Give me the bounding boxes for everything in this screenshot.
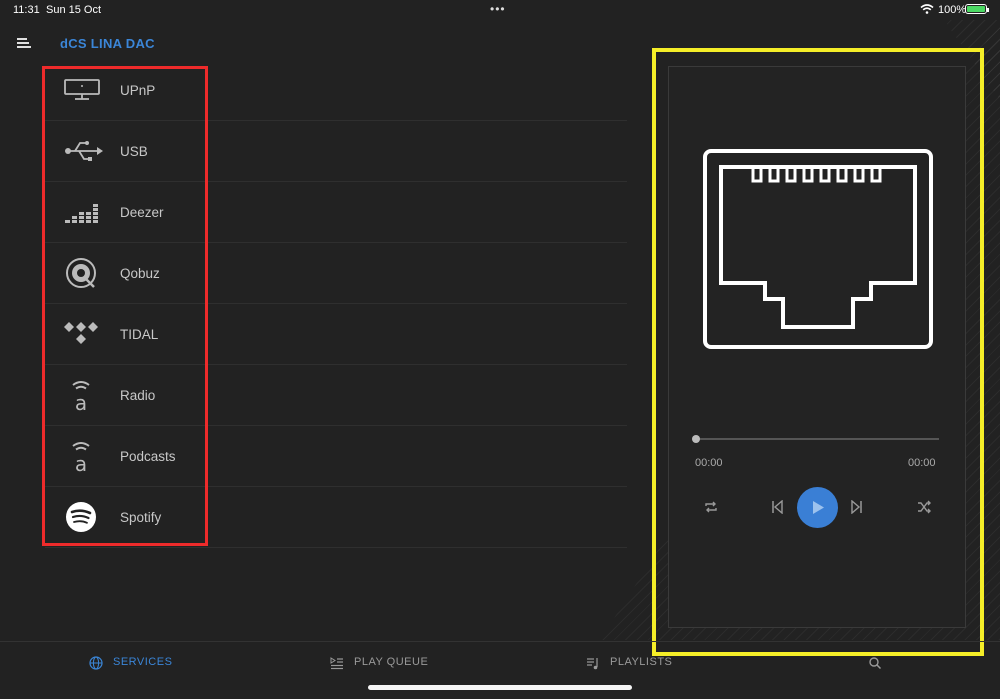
- app-title: dCS LINA DAC: [60, 36, 155, 51]
- ethernet-port-icon: [703, 149, 933, 349]
- service-label: USB: [120, 144, 148, 159]
- total-time: 00:00: [908, 457, 936, 469]
- tidal-icon: [64, 322, 98, 344]
- progress-slider[interactable]: [692, 435, 939, 443]
- battery-fill: [967, 6, 985, 12]
- service-item-tidal[interactable]: TIDAL: [45, 304, 627, 365]
- deezer-icon: [65, 204, 98, 223]
- service-label: UPnP: [120, 83, 156, 98]
- globe-icon: [89, 656, 103, 670]
- home-indicator[interactable]: [368, 685, 632, 690]
- progress-knob[interactable]: [692, 435, 700, 443]
- wifi-icon: [920, 4, 934, 14]
- tab-label: PLAYLISTS: [610, 656, 673, 668]
- hamburger-menu-icon[interactable]: [17, 38, 31, 50]
- service-label: Radio: [120, 388, 156, 403]
- podcasts-icon: a: [72, 442, 90, 472]
- usb-icon: [65, 141, 103, 161]
- play-button[interactable]: [797, 487, 838, 528]
- now-playing-panel: 00:00 00:00: [668, 66, 966, 628]
- tab-label: SERVICES: [113, 656, 173, 668]
- status-time: 11:31: [13, 4, 40, 16]
- services-list: UPnP USB Deezer Qobuz TIDAL a Radio a Po…: [45, 60, 627, 548]
- svg-text:a: a: [75, 452, 87, 472]
- service-item-spotify[interactable]: Spotify: [45, 487, 627, 548]
- service-label: Deezer: [120, 205, 164, 220]
- bottom-tab-bar: SERVICES PLAY QUEUE PLAYLISTS: [0, 641, 1000, 699]
- battery-percent: 100%: [938, 4, 967, 16]
- next-track-icon[interactable]: [851, 500, 863, 514]
- shuffle-icon[interactable]: [917, 500, 931, 514]
- repeat-icon[interactable]: [703, 500, 719, 514]
- progress-track: [695, 438, 939, 440]
- service-item-qobuz[interactable]: Qobuz: [45, 243, 627, 304]
- service-item-radio[interactable]: a Radio: [45, 365, 627, 426]
- svg-text:a: a: [75, 391, 87, 411]
- search-icon: [869, 657, 882, 670]
- service-item-usb[interactable]: USB: [45, 121, 627, 182]
- service-label: Qobuz: [120, 266, 160, 281]
- tab-label: PLAY QUEUE: [354, 656, 429, 668]
- service-label: Podcasts: [120, 449, 176, 464]
- upnp-monitor-icon: [64, 79, 100, 100]
- status-date: Sun 15 Oct: [46, 4, 102, 16]
- service-label: TIDAL: [120, 327, 159, 342]
- elapsed-time: 00:00: [695, 457, 723, 469]
- spotify-icon: [66, 502, 96, 532]
- multitasking-dots[interactable]: •••: [490, 2, 506, 16]
- service-item-podcasts[interactable]: a Podcasts: [45, 426, 627, 487]
- battery-icon: [965, 4, 989, 14]
- radio-icon: a: [72, 381, 90, 411]
- service-item-upnp[interactable]: UPnP: [45, 60, 627, 121]
- playlists-icon: [587, 658, 598, 670]
- service-item-deezer[interactable]: Deezer: [45, 182, 627, 243]
- qobuz-icon: [66, 258, 96, 288]
- status-bar: 11:31 Sun 15 Oct ••• 100%: [0, 0, 1000, 20]
- play-queue-icon: [330, 657, 343, 670]
- service-label: Spotify: [120, 510, 162, 525]
- play-icon: [813, 501, 824, 514]
- previous-track-icon[interactable]: [771, 500, 783, 514]
- playback-controls: [669, 487, 967, 531]
